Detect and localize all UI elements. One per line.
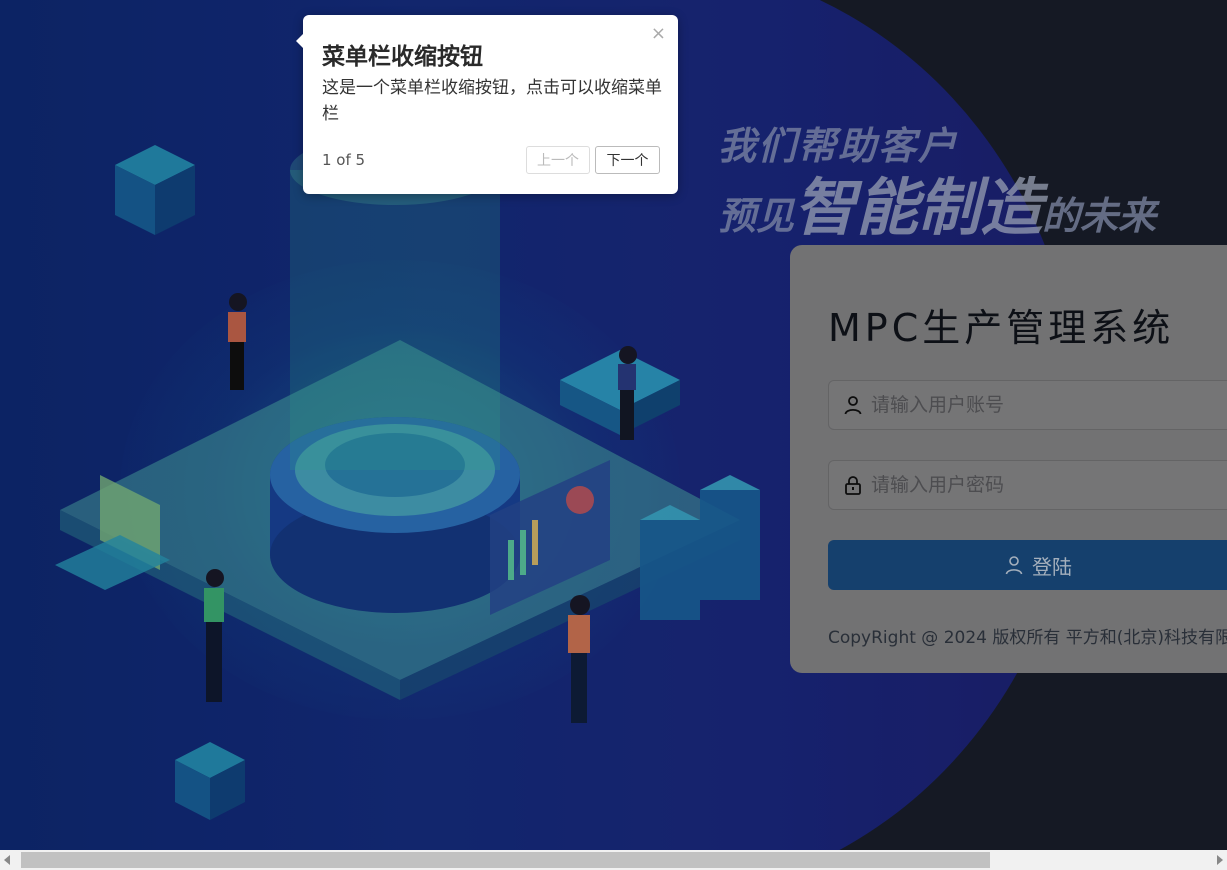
tour-title: 菜单栏收缩按钮 [322,44,483,70]
person-2 [204,569,224,702]
slogan-prefix: 预见 [718,194,795,238]
login-button-label: 登陆 [1032,554,1072,579]
user-icon [1005,556,1023,575]
system-title: MPC生产管理系统 [828,306,1175,350]
slogan-highlight: 智能制造 [794,171,1043,244]
cube-top-left [115,145,195,235]
slogan-suffix: 的未来 [1042,194,1157,238]
scroll-right-icon[interactable] [1217,855,1223,865]
username-input[interactable] [871,394,1171,416]
login-card: MPC生产管理系统 登陆 CopyRight @ 2024 版权所有 平方 [790,245,1227,673]
tour-popover: × 菜单栏收缩按钮 这是一个菜单栏收缩按钮，点击可以收缩菜单栏 1 of 5 上… [296,15,678,194]
copyright-text: CopyRight @ 2024 版权所有 平方和(北京)科技有限公司 [828,628,1227,648]
scroll-left-icon[interactable] [4,855,10,865]
tour-next-button[interactable]: 下一个 [595,146,660,174]
user-icon [844,396,862,415]
tour-prev-button[interactable]: 上一个 [526,146,590,174]
username-field[interactable] [828,380,1227,430]
tour-step-counter: 1 of 5 [322,151,366,169]
login-page-background: 我们帮助客户 预见 智能制造 的未来 MPC生产管理系统 请输入用户账号 登陆 … [0,0,1227,850]
slogan-line-1: 我们帮助客户 [718,124,959,168]
scrollbar-thumb[interactable] [21,852,990,868]
slogan: 我们帮助客户 预见 智能制造 的未来 [718,115,1156,240]
lock-icon [845,476,861,495]
slogan-line-2: 预见 智能制造 的未来 [718,176,1156,240]
person-1 [228,293,247,390]
factory-illustration [55,135,760,820]
horizontal-scrollbar[interactable] [0,850,1227,870]
cube-bottom-left [175,742,245,820]
login-button[interactable]: 登陆 [828,540,1227,590]
tour-description: 这是一个菜单栏收缩按钮，点击可以收缩菜单栏 [322,78,662,124]
password-field[interactable] [828,460,1227,510]
close-icon[interactable]: × [651,23,666,44]
password-input[interactable] [871,474,1171,496]
